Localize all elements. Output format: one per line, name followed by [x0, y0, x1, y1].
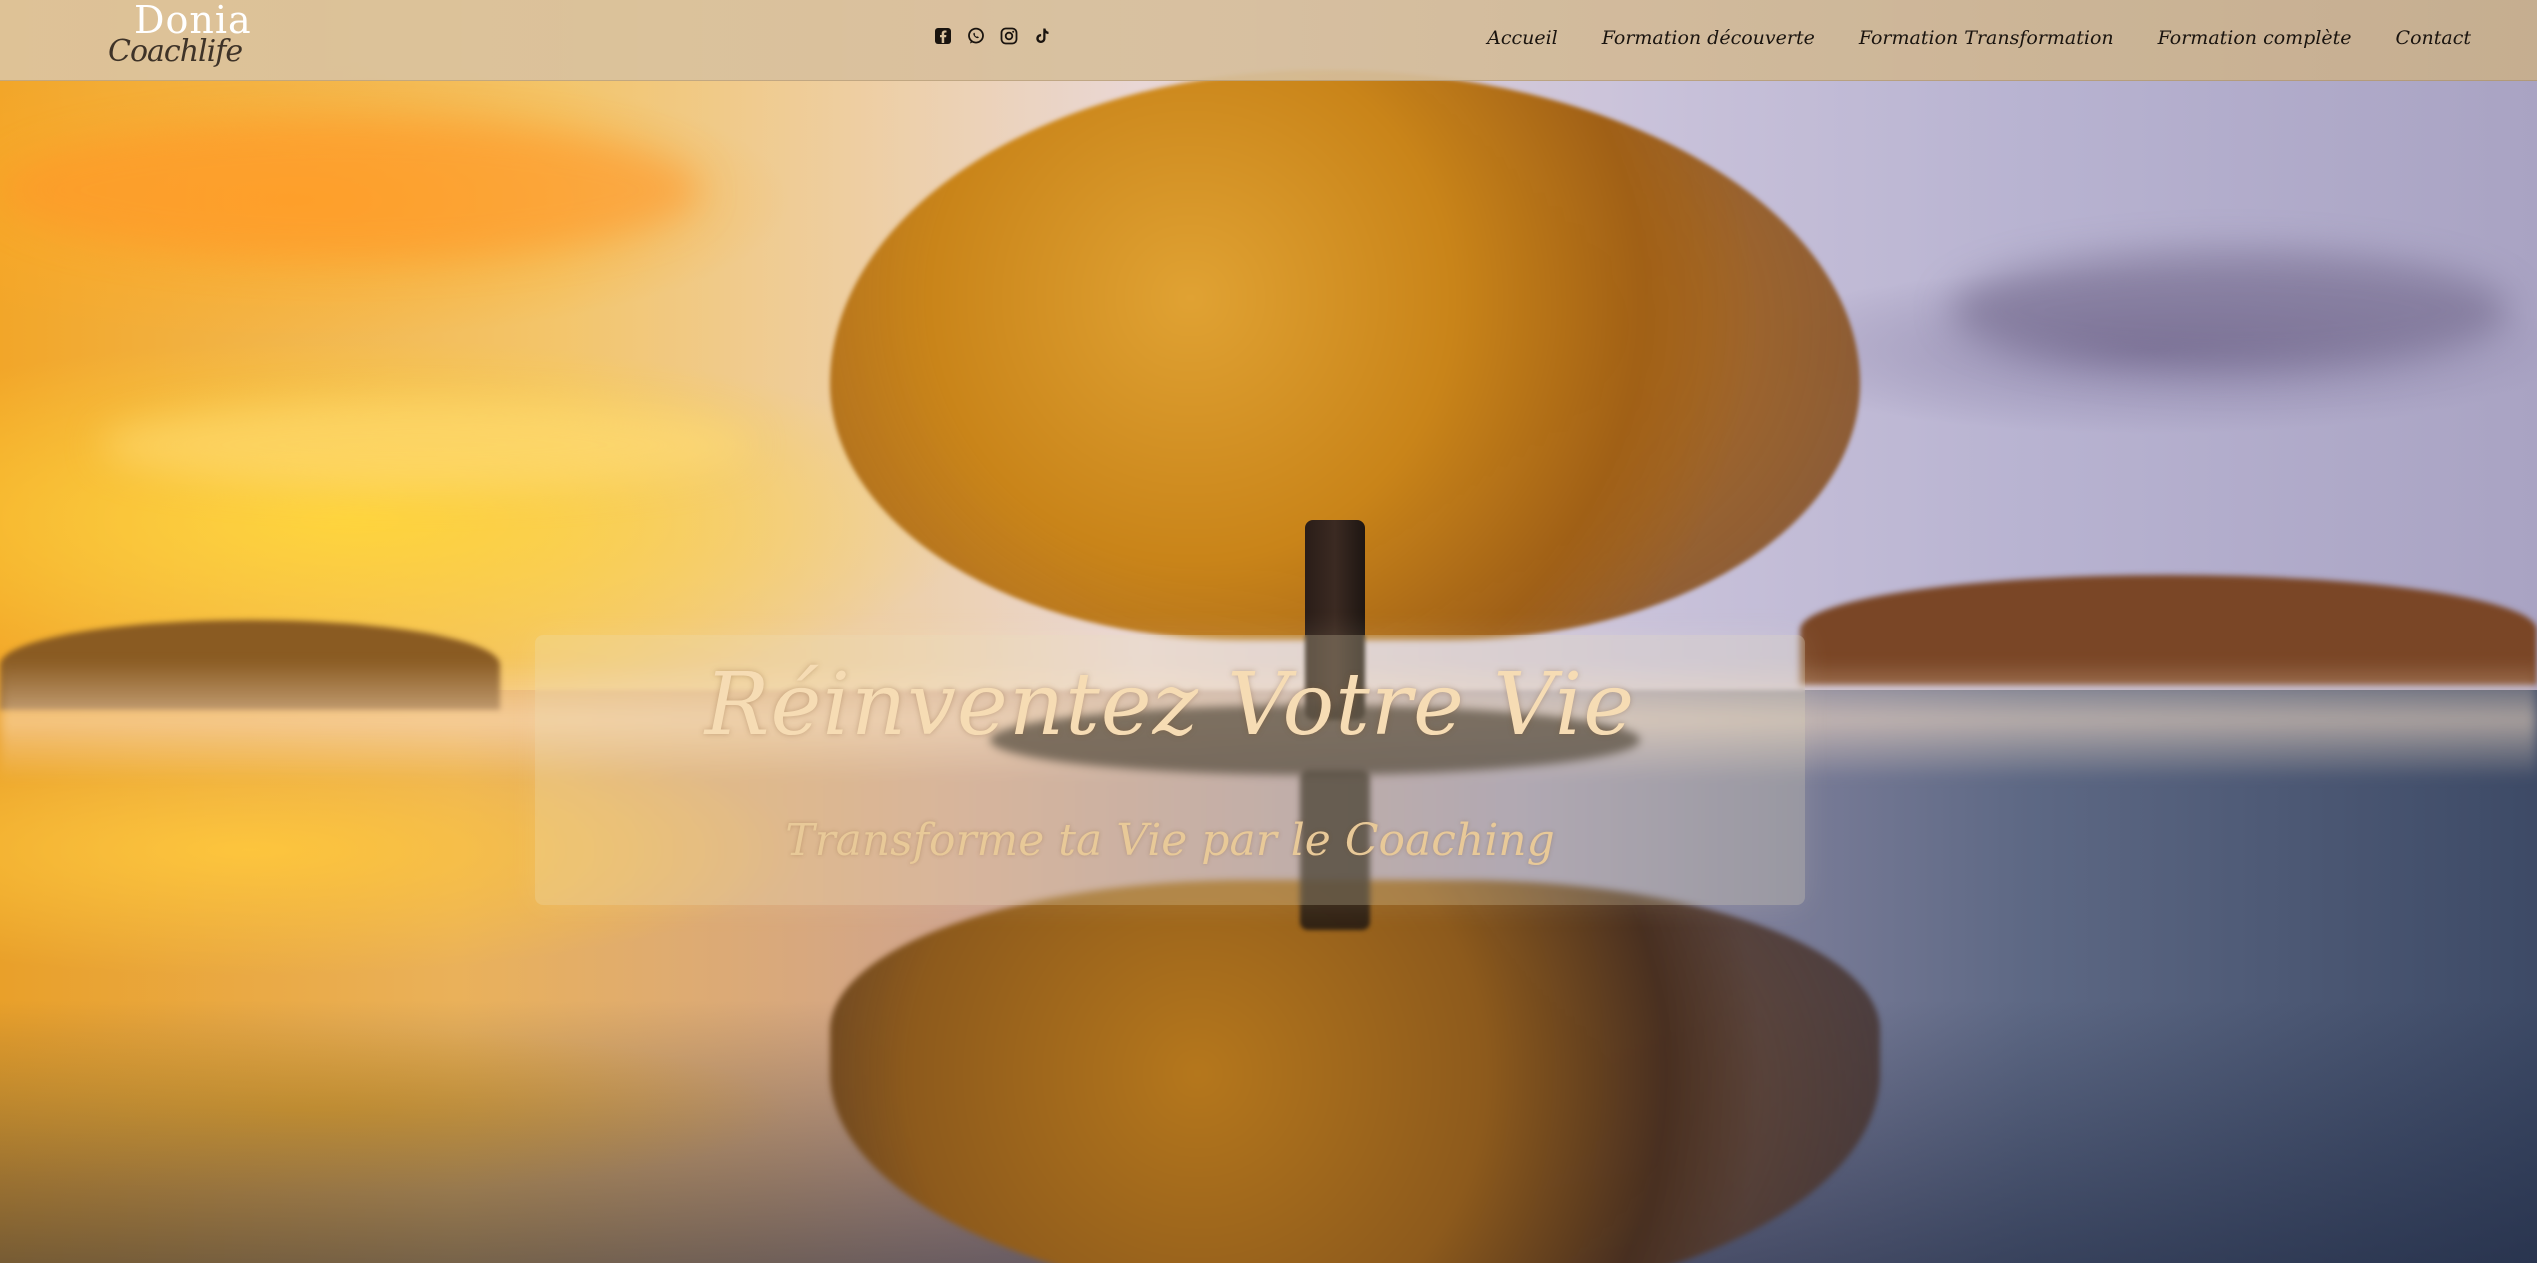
- logo-script: Coachlife: [108, 34, 243, 69]
- cloud: [1950, 250, 2510, 370]
- nav-link-formation-complete[interactable]: Formation complète: [2158, 27, 2352, 49]
- site-logo[interactable]: Donia Coachlife: [104, 0, 274, 78]
- tree-reflection: [830, 880, 1880, 1263]
- facebook-icon[interactable]: [933, 26, 953, 46]
- hero-card: Réinventez Votre Vie Transforme ta Vie p…: [535, 635, 1805, 905]
- top-navbar: Donia Coachlife Accueil Formation découv…: [0, 0, 2537, 81]
- nav-link-contact[interactable]: Contact: [2396, 27, 2471, 49]
- page: Donia Coachlife Accueil Formation découv…: [0, 0, 2537, 1263]
- instagram-icon[interactable]: [999, 26, 1019, 46]
- hero-title: Réinventez Votre Vie: [704, 655, 1636, 755]
- tiktok-icon[interactable]: [1032, 26, 1052, 46]
- social-links: [933, 26, 1052, 46]
- cloud: [100, 400, 750, 490]
- nav-link-formation-transformation[interactable]: Formation Transformation: [1859, 27, 2114, 49]
- nav-link-accueil[interactable]: Accueil: [1487, 27, 1558, 49]
- nav-link-formation-decouverte[interactable]: Formation découverte: [1602, 27, 1815, 49]
- cloud: [0, 120, 700, 260]
- whatsapp-icon[interactable]: [966, 26, 986, 46]
- hero-subtitle: Transforme ta Vie par le Coaching: [785, 815, 1555, 866]
- main-nav: Accueil Formation découverte Formation T…: [1487, 27, 2471, 49]
